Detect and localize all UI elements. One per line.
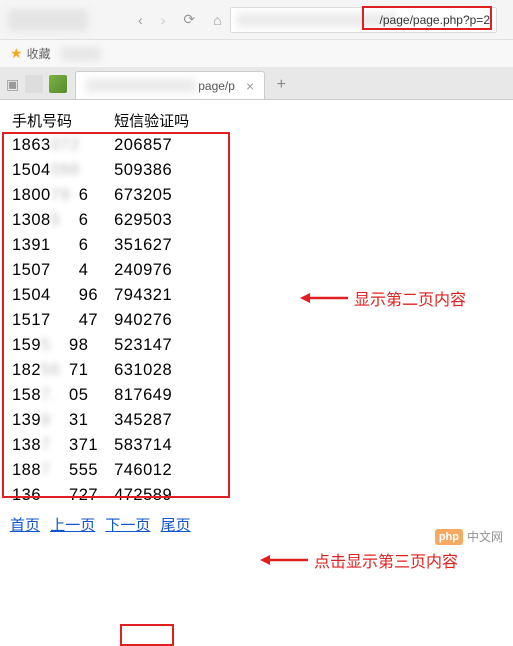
code-cell: 746012 — [106, 458, 197, 483]
app-icon-2[interactable] — [49, 75, 67, 93]
star-icon[interactable]: ★ — [10, 45, 23, 62]
pagination: 首页 上一页 下一页 尾页 — [4, 514, 509, 535]
bookmark-bar: ★ 收藏 — [0, 40, 513, 68]
tab-bar: ▣ page/p × + — [0, 68, 513, 100]
phone-cell: 1887555 — [4, 458, 106, 483]
home-icon[interactable]: ⌂ — [213, 12, 221, 28]
tab-close-icon[interactable]: × — [246, 78, 254, 94]
table-row: 1587.05817649 — [4, 383, 197, 408]
phone-cell: 1517 47 — [4, 308, 106, 333]
phone-cell: 1391 6 — [4, 233, 106, 258]
phone-cell: 1587.05 — [4, 383, 106, 408]
table-row: 1504 96794321 — [4, 283, 197, 308]
phone-cell: 159598 — [4, 333, 106, 358]
tab-active[interactable]: page/p × — [75, 71, 265, 99]
page-content: 手机号码 短信验证吗 18630722068571504098509386180… — [0, 100, 513, 543]
back-icon[interactable]: ‹ — [138, 12, 143, 28]
table-row: 139931345287 — [4, 408, 197, 433]
watermark-logo: php — [435, 529, 463, 545]
data-table: 手机号码 短信验证吗 18630722068571504098509386180… — [4, 108, 197, 508]
history-icon[interactable]: ▣ — [6, 76, 19, 93]
code-cell: 629503 — [106, 208, 197, 233]
url-text: /page/page.php?p=2 — [380, 13, 490, 27]
code-cell: 351627 — [106, 233, 197, 258]
phone-cell: 1387371 — [4, 433, 106, 458]
app-icon-1[interactable] — [25, 75, 43, 93]
code-cell: 206857 — [106, 133, 197, 158]
annotation-text-2: 点击显示第三页内容 — [314, 548, 458, 572]
phone-cell: 1825671 — [4, 358, 106, 383]
table-row: 136 727472589 — [4, 483, 197, 508]
table-header-phone: 手机号码 — [4, 108, 106, 133]
code-cell: 583714 — [106, 433, 197, 458]
code-cell: 472589 — [106, 483, 197, 508]
table-row: 1863072206857 — [4, 133, 197, 158]
annotation-page3: 点击显示第三页内容 — [260, 548, 458, 572]
table-row: 1391 6351627 — [4, 233, 197, 258]
table-header-code: 短信验证吗 — [106, 108, 197, 133]
table-row: 1800796673205 — [4, 183, 197, 208]
code-cell: 631028 — [106, 358, 197, 383]
table-row: 1507 4240976 — [4, 258, 197, 283]
tab-title: page/p — [198, 79, 235, 93]
page-prev-link[interactable]: 上一页 — [50, 517, 95, 534]
phone-cell: 1863072 — [4, 133, 106, 158]
phone-cell: 1507 4 — [4, 258, 106, 283]
url-bar[interactable]: /page/page.php?p=2 — [230, 7, 497, 33]
phone-cell: 1504 96 — [4, 283, 106, 308]
annotation-text-1: 显示第二页内容 — [354, 286, 466, 310]
phone-cell: 1504098 — [4, 158, 106, 183]
table-row: 130856629503 — [4, 208, 197, 233]
table-row: 1387371583714 — [4, 433, 197, 458]
code-cell: 240976 — [106, 258, 197, 283]
code-cell: 345287 — [106, 408, 197, 433]
phone-cell: 1800796 — [4, 183, 106, 208]
phone-cell: 139931 — [4, 408, 106, 433]
bookmark-label[interactable]: 收藏 — [27, 45, 51, 62]
arrow-left-icon — [260, 551, 308, 569]
code-cell: 817649 — [106, 383, 197, 408]
code-cell: 794321 — [106, 283, 197, 308]
phone-cell: 136 727 — [4, 483, 106, 508]
refresh-icon[interactable]: ⟳ — [183, 11, 195, 28]
page-first-link[interactable]: 首页 — [10, 517, 40, 534]
page-last-link[interactable]: 尾页 — [161, 517, 191, 534]
page-next-link[interactable]: 下一页 — [105, 517, 150, 534]
watermark: php 中文网 — [435, 528, 503, 545]
forward-icon[interactable]: › — [161, 12, 166, 28]
next-highlight-box — [120, 624, 174, 646]
table-row: 1887555746012 — [4, 458, 197, 483]
table-row: 1517 47940276 — [4, 308, 197, 333]
annotation-page2: 显示第二页内容 — [300, 286, 466, 310]
code-cell: 523147 — [106, 333, 197, 358]
browser-titlebar: ‹ › ⟳ ⌂ /page/page.php?p=2 — [0, 0, 513, 40]
code-cell: 509386 — [106, 158, 197, 183]
arrow-left-icon — [300, 289, 348, 307]
new-tab-button[interactable]: + — [269, 73, 293, 97]
code-cell: 673205 — [106, 183, 197, 208]
phone-cell: 130856 — [4, 208, 106, 233]
table-row: 1825671631028 — [4, 358, 197, 383]
table-row: 159598523147 — [4, 333, 197, 358]
code-cell: 940276 — [106, 308, 197, 333]
table-row: 1504098509386 — [4, 158, 197, 183]
watermark-text: 中文网 — [467, 528, 503, 545]
